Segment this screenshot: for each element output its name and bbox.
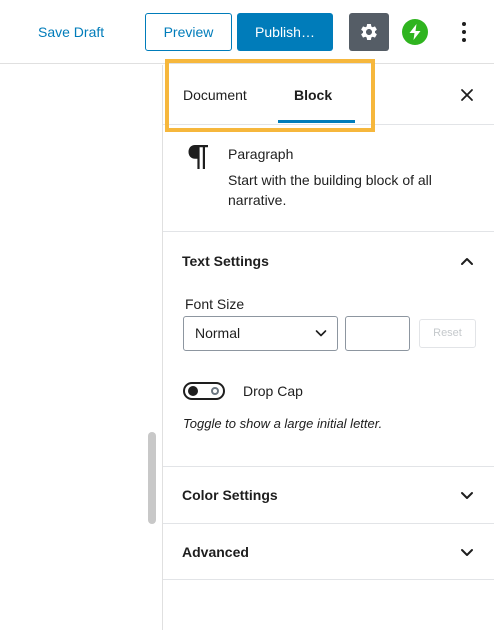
block-description: Start with the building block of all nar… [228,172,432,208]
reset-font-size-button[interactable]: Reset [419,319,476,348]
more-options-button[interactable] [452,17,476,47]
font-size-label: Font Size [185,296,245,312]
text-settings-panel-toggle[interactable]: Text Settings [163,233,494,289]
toggle-knob [188,386,198,396]
save-draft-button[interactable]: Save Draft [30,17,112,47]
active-tab-indicator [278,120,355,123]
chevron-down-icon [461,549,473,556]
editor-toolbar: Save Draft Preview Publish… [0,0,494,64]
sidebar-header: Document Block [163,65,494,125]
close-sidebar-button[interactable] [453,81,481,109]
color-settings-panel-toggle[interactable]: Color Settings [163,467,494,523]
paragraph-icon [188,145,208,169]
drop-cap-label: Drop Cap [243,383,303,399]
advanced-title: Advanced [182,544,249,560]
preview-button[interactable]: Preview [145,13,232,51]
chevron-down-icon [315,330,327,337]
panel-divider [163,579,494,580]
close-icon [461,89,473,101]
kebab-dot-icon [462,30,466,34]
custom-font-size-input[interactable] [345,316,410,351]
canvas-scrollbar[interactable] [148,432,156,524]
tab-document[interactable]: Document [183,65,247,125]
font-size-select-value: Normal [195,325,241,341]
chevron-up-icon [461,258,473,265]
publish-button[interactable]: Publish… [237,13,333,51]
advanced-panel-toggle[interactable]: Advanced [163,524,494,580]
block-title: Paragraph [228,146,294,162]
font-size-select[interactable]: Normal [183,316,338,351]
tab-block[interactable]: Block [294,65,332,125]
toggle-off-indicator-icon [211,387,219,395]
gear-icon [361,23,377,40]
chevron-down-icon [461,492,473,499]
jetpack-button[interactable] [402,19,428,45]
kebab-dot-icon [462,22,466,26]
editor-canvas[interactable] [0,65,146,630]
jetpack-bolt-icon [409,24,421,40]
settings-button[interactable] [349,13,389,51]
drop-cap-help: Toggle to show a large initial letter. [183,416,383,431]
drop-cap-toggle[interactable] [183,382,225,400]
color-settings-title: Color Settings [182,487,278,503]
settings-sidebar: Document Block Paragraph Start with the … [163,65,494,630]
text-settings-title: Text Settings [182,253,269,269]
block-card: Paragraph Start with the building block … [163,126,494,232]
kebab-dot-icon [462,38,466,42]
